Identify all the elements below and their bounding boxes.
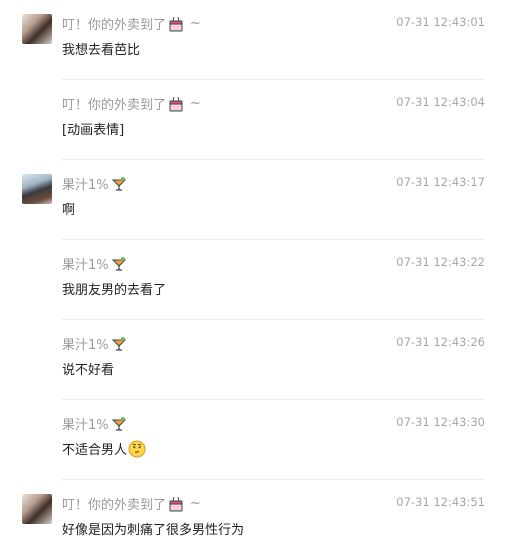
message-text: 我朋友男的去看了 [62,279,166,298]
message-text: [动画表情] [62,119,124,138]
message-header: 叮！你的外卖到了 ~ 07-31 12:43:51 [62,494,485,513]
message-text-content: 说不好看 [62,363,115,378]
sender-name[interactable]: 果汁1% [62,174,127,193]
tropical-drink-icon [111,416,126,431]
sender-name[interactable]: 果汁1% [62,414,127,433]
sender-name[interactable]: 叮！你的外卖到了 ~ [62,94,201,113]
message-text-content: 我朋友男的去看了 [62,283,167,298]
sender-suffix: ~ [190,16,201,31]
divider [62,399,485,400]
sender-name-text: 果汁1% [62,338,109,353]
takeout-box-icon [169,96,183,111]
sender-name-text: 果汁1% [62,258,109,273]
timestamp: 07-31 12:43:26 [396,335,485,349]
message-text: 啊 [62,199,75,218]
takeout-box-icon [169,16,183,31]
timestamp: 07-31 12:43:30 [396,415,485,429]
tropical-drink-icon [111,256,126,271]
divider [62,319,485,320]
takeout-box-icon [169,496,183,511]
sender-name-text: 叮！你的外卖到了 [62,98,167,113]
sender-name[interactable]: 果汁1% [62,254,127,273]
message-header: 果汁1% 07-31 12:43:22 [62,254,485,273]
avatar[interactable] [22,14,52,44]
divider [62,479,485,480]
message-header: 果汁1% 07-31 12:43:30 [62,414,485,433]
sender-suffix: ~ [190,496,201,511]
message-text-content: [动画表情] [62,123,125,138]
message-text-content: 我想去看芭比 [62,43,141,58]
timestamp: 07-31 12:43:01 [396,15,485,29]
message-text: 不适合男人 [62,439,146,458]
sender-name[interactable]: 叮！你的外卖到了 ~ [62,14,201,33]
thinking-face-icon [128,440,146,457]
tropical-drink-icon [111,336,126,351]
timestamp: 07-31 12:43:04 [396,95,485,109]
sender-name-text: 果汁1% [62,178,109,193]
divider [62,159,485,160]
message-text-content: 好像是因为刺痛了很多男性行为 [62,523,245,538]
message-header: 果汁1% 07-31 12:43:17 [62,174,485,193]
sender-name[interactable]: 果汁1% [62,334,127,353]
timestamp: 07-31 12:43:51 [396,495,485,509]
message-text: 说不好看 [62,359,114,378]
timestamp: 07-31 12:43:22 [396,255,485,269]
divider [62,239,485,240]
tropical-drink-icon [111,176,126,191]
message-text-content: 不适合男人 [62,443,128,458]
chat-history: 叮！你的外卖到了 ~ 07-31 12:43:01 我想去看芭比 叮！你的外卖到… [0,0,507,546]
message-header: 果汁1% 07-31 12:43:26 [62,334,485,353]
sender-suffix: ~ [190,96,201,111]
sender-name-text: 果汁1% [62,418,109,433]
divider [62,79,485,80]
timestamp: 07-31 12:43:17 [396,175,485,189]
sender-name-text: 叮！你的外卖到了 [62,18,167,33]
message-header: 叮！你的外卖到了 ~ 07-31 12:43:04 [62,94,485,113]
message-text-content: 啊 [62,203,76,218]
avatar[interactable] [22,174,52,204]
avatar[interactable] [22,494,52,524]
sender-name[interactable]: 叮！你的外卖到了 ~ [62,494,201,513]
message-text: 好像是因为刺痛了很多男性行为 [62,519,244,538]
sender-name-text: 叮！你的外卖到了 [62,498,167,513]
message-text: 我想去看芭比 [62,39,140,58]
message-header: 叮！你的外卖到了 ~ 07-31 12:43:01 [62,14,485,33]
